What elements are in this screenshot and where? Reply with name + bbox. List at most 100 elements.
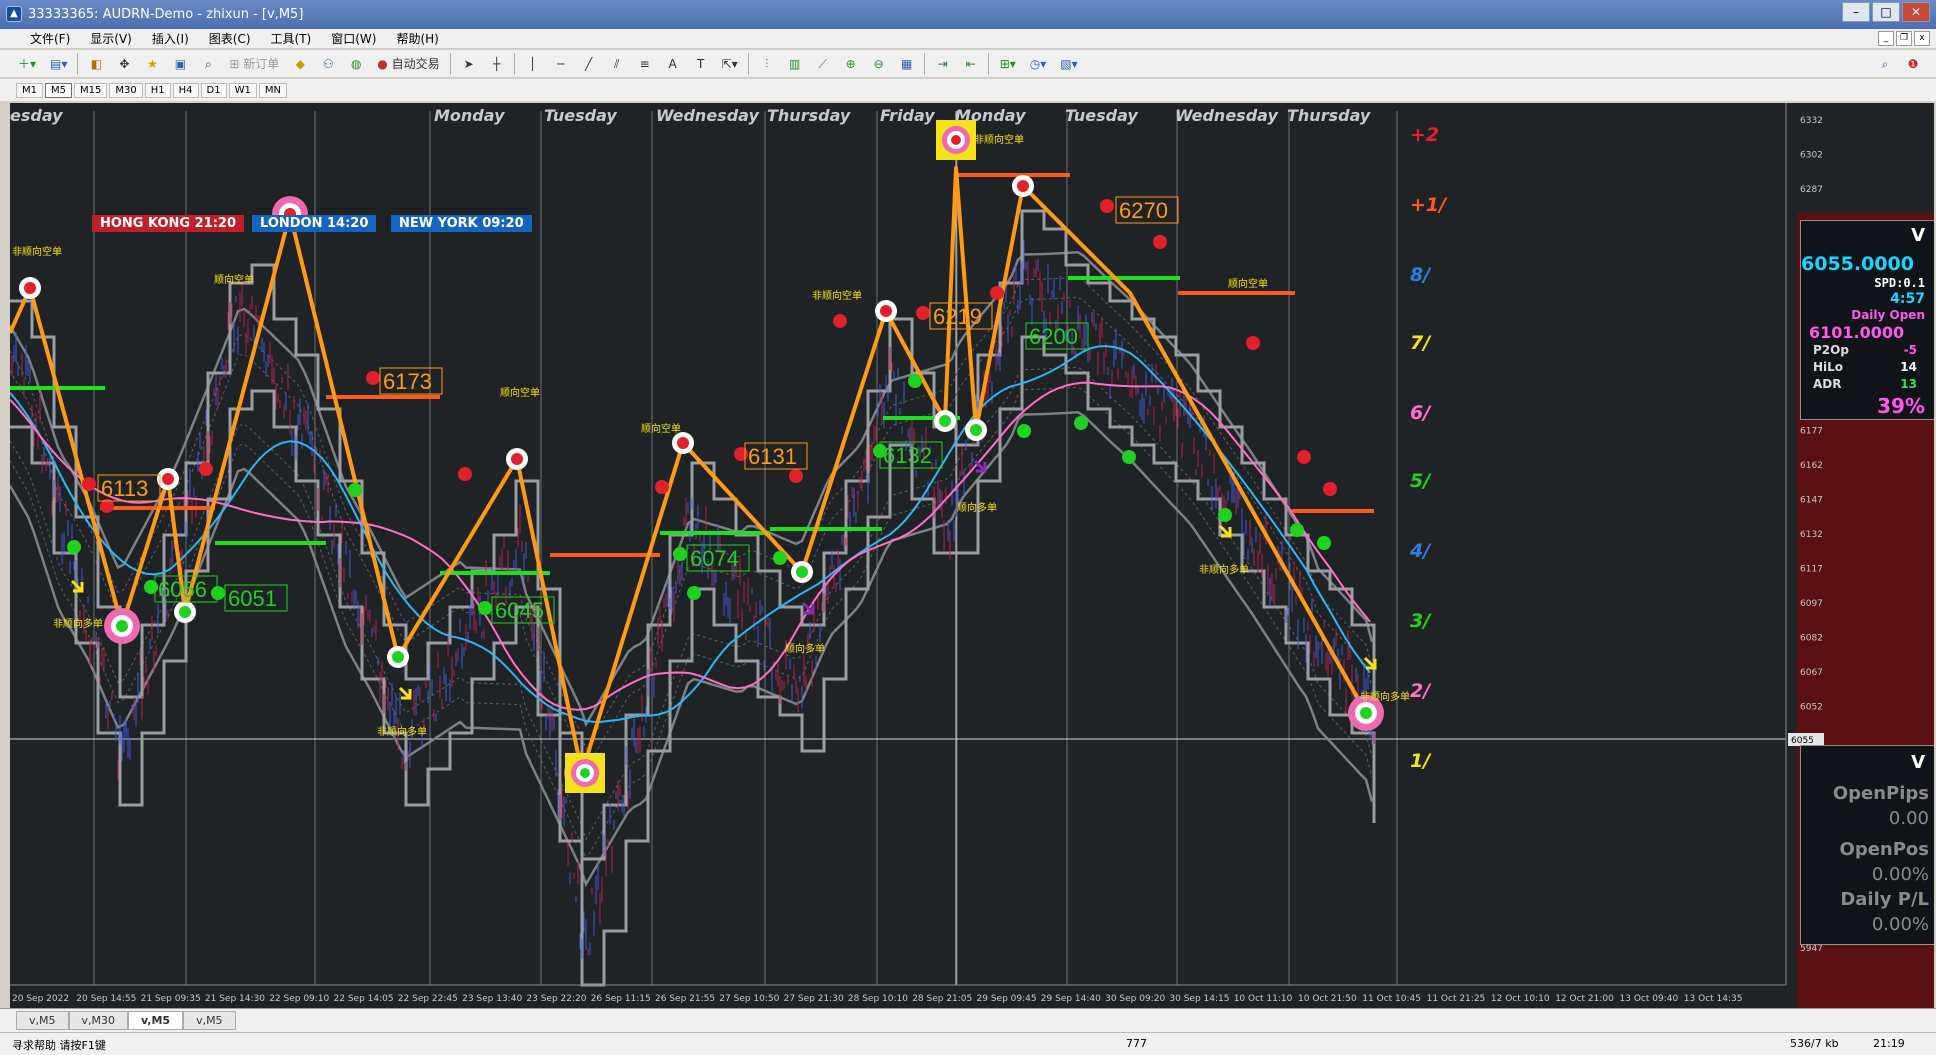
pivot-marker-core — [951, 135, 961, 145]
profiles-icon[interactable]: ▤▾ — [46, 53, 71, 75]
chart-area[interactable]: 6113 6056 6051 6173 6045 6131 6074 6132 6219 6200… — [10, 103, 1934, 1008]
menu-insert[interactable]: 插入(I) — [152, 30, 189, 47]
fib-level-label: 2/ — [1410, 680, 1432, 702]
day-label: Wednesday — [1175, 106, 1278, 125]
notification-icon[interactable]: ❶ — [1902, 53, 1924, 75]
toolbar-divider — [449, 52, 452, 75]
autoscroll-icon[interactable]: ⇥ — [932, 53, 954, 75]
chart-tab[interactable]: v,M5 — [16, 1011, 69, 1030]
signal-note: 顺向空单 — [500, 386, 540, 399]
timeframe-d1-button[interactable]: D1 — [200, 82, 227, 98]
market-watch-icon[interactable]: ◧ — [85, 53, 107, 75]
terminal-icon[interactable]: ▣ — [169, 53, 191, 75]
shapes-icon[interactable]: ⇱▾ — [718, 53, 742, 75]
navigator-icon[interactable]: ✥ — [113, 53, 135, 75]
pivot-marker-core — [970, 424, 982, 436]
indicators-icon[interactable]: ⊞▾ — [996, 53, 1020, 75]
signal-dot — [366, 371, 380, 385]
timeframe-mn-button[interactable]: MN — [258, 82, 287, 98]
level-label: 6051 — [228, 586, 277, 611]
search-icon[interactable]: ⌕ — [1874, 53, 1896, 75]
vertical-line-icon[interactable]: │ — [522, 53, 544, 75]
time-axis-label: 20 Sep 2022 — [12, 994, 69, 1004]
strategy-tester-icon[interactable]: ⌕ — [197, 53, 219, 75]
chart-shift-icon[interactable]: ⇤ — [960, 53, 982, 75]
menu-charts[interactable]: 图表(C) — [209, 30, 251, 47]
mdi-minimize-button[interactable]: _ — [1878, 31, 1894, 46]
timeframe-bar: M1 M5 M15 M30 H1 H4 D1 W1 MN — [0, 79, 1936, 101]
fib-level-label: 1/ — [1410, 750, 1432, 772]
session-hongkong: HONG KONG 21:20 — [92, 215, 245, 232]
signal-dot — [734, 447, 748, 461]
chart-canvas: 6113 6056 6051 6173 6045 6131 6074 6132 6219 6200… — [10, 103, 1824, 1004]
fibonacci-icon[interactable]: ≡ — [634, 53, 656, 75]
pivot-marker-core — [796, 566, 808, 578]
time-axis-label: 22 Sep 09:10 — [269, 994, 329, 1004]
info-row-label: HiLo — [1813, 360, 1844, 374]
metaeditor-icon[interactable]: ◆ — [289, 53, 311, 75]
zoom-out-icon[interactable]: ⊖ — [868, 53, 890, 75]
menu-file[interactable]: 文件(F) — [30, 30, 70, 47]
timeframe-m30-button[interactable]: M30 — [109, 82, 143, 98]
time-axis-label: 26 Sep 21:55 — [655, 994, 715, 1004]
close-button[interactable]: ✕ — [1902, 2, 1930, 22]
trade-panel: V OpenPips 0.00 OpenPos 0.00% Daily P/L … — [1800, 745, 1934, 945]
signal-dot — [789, 469, 803, 483]
timeframe-h1-button[interactable]: H1 — [144, 82, 171, 98]
autotrade-button[interactable]: ● 自动交易 — [373, 53, 443, 75]
favorites-icon[interactable]: ★ — [141, 53, 163, 75]
horizontal-line-icon[interactable]: ─ — [550, 53, 572, 75]
timeframe-m15-button[interactable]: M15 — [74, 82, 108, 98]
menu-view[interactable]: 显示(V) — [90, 30, 132, 47]
timeframe-m5-button[interactable]: M5 — [45, 82, 72, 98]
time-axis-label: 26 Sep 11:15 — [591, 994, 651, 1004]
signal-dot — [1218, 508, 1232, 522]
menu-window[interactable]: 窗口(W) — [331, 30, 376, 47]
level-segment — [1178, 291, 1295, 295]
new-chart-icon[interactable]: ＋▾ — [14, 53, 40, 75]
new-order-button[interactable]: ⊞ 新订单 — [225, 53, 283, 75]
templates-icon[interactable]: ▧▾ — [1056, 53, 1081, 75]
mdi-restore-button[interactable]: ❐ — [1896, 31, 1912, 46]
channel-icon[interactable]: ⫽ — [606, 53, 628, 75]
signal-note: 顺向空单 — [641, 422, 681, 435]
signal-dot — [655, 480, 669, 494]
level-segment — [956, 173, 1070, 177]
crosshair-icon[interactable]: ┼ — [486, 53, 508, 75]
tile-windows-icon[interactable]: ▦ — [896, 53, 918, 75]
toolbar-divider — [513, 52, 516, 75]
label-tool-icon[interactable]: T — [690, 53, 712, 75]
users-icon[interactable]: ⚇ — [317, 53, 339, 75]
chart-tab[interactable]: v,M5 — [183, 1011, 236, 1030]
price-axis-label: 6162 — [1800, 461, 1823, 471]
pivot-marker-core — [116, 620, 128, 632]
signal-note: 非顺向多单 — [1199, 563, 1249, 576]
maximize-button[interactable]: □ — [1872, 2, 1900, 22]
text-tool-icon[interactable]: A — [662, 53, 684, 75]
price-axis-label: 6117 — [1800, 565, 1823, 575]
cursor-icon[interactable]: ➤ — [458, 53, 480, 75]
day-label: esday — [10, 106, 63, 125]
bar-chart-icon[interactable]: ⫶ — [756, 53, 778, 75]
menu-help[interactable]: 帮助(H) — [396, 30, 438, 47]
signal-dot — [990, 286, 1004, 300]
globe-icon[interactable]: ◍ — [345, 53, 367, 75]
menu-tools[interactable]: 工具(T) — [271, 30, 312, 47]
signal-dot — [673, 547, 687, 561]
level-label: 6132 — [883, 443, 932, 468]
menu-bar: 文件(F) 显示(V) 插入(I) 图表(C) 工具(T) 窗口(W) 帮助(H… — [0, 29, 1936, 49]
candlestick-icon[interactable]: ▥ — [784, 53, 806, 75]
info-price: 6055.0000 — [1801, 253, 1914, 275]
minimize-button[interactable]: – — [1842, 2, 1870, 22]
chart-tab[interactable]: v,M30 — [68, 1011, 128, 1030]
mdi-close-button[interactable]: x — [1914, 31, 1930, 46]
zoom-in-icon[interactable]: ⊕ — [840, 53, 862, 75]
timeframe-w1-button[interactable]: W1 — [228, 82, 257, 98]
line-chart-icon[interactable]: ⟋ — [812, 53, 834, 75]
trendline-icon[interactable]: ╱ — [578, 53, 600, 75]
chart-tab[interactable]: v,M5 — [128, 1011, 184, 1030]
info-daily-open-label: Daily Open — [1851, 308, 1925, 322]
timeframe-h4-button[interactable]: H4 — [172, 82, 199, 98]
periods-icon[interactable]: ◷▾ — [1026, 53, 1051, 75]
timeframe-m1-button[interactable]: M1 — [16, 82, 43, 98]
